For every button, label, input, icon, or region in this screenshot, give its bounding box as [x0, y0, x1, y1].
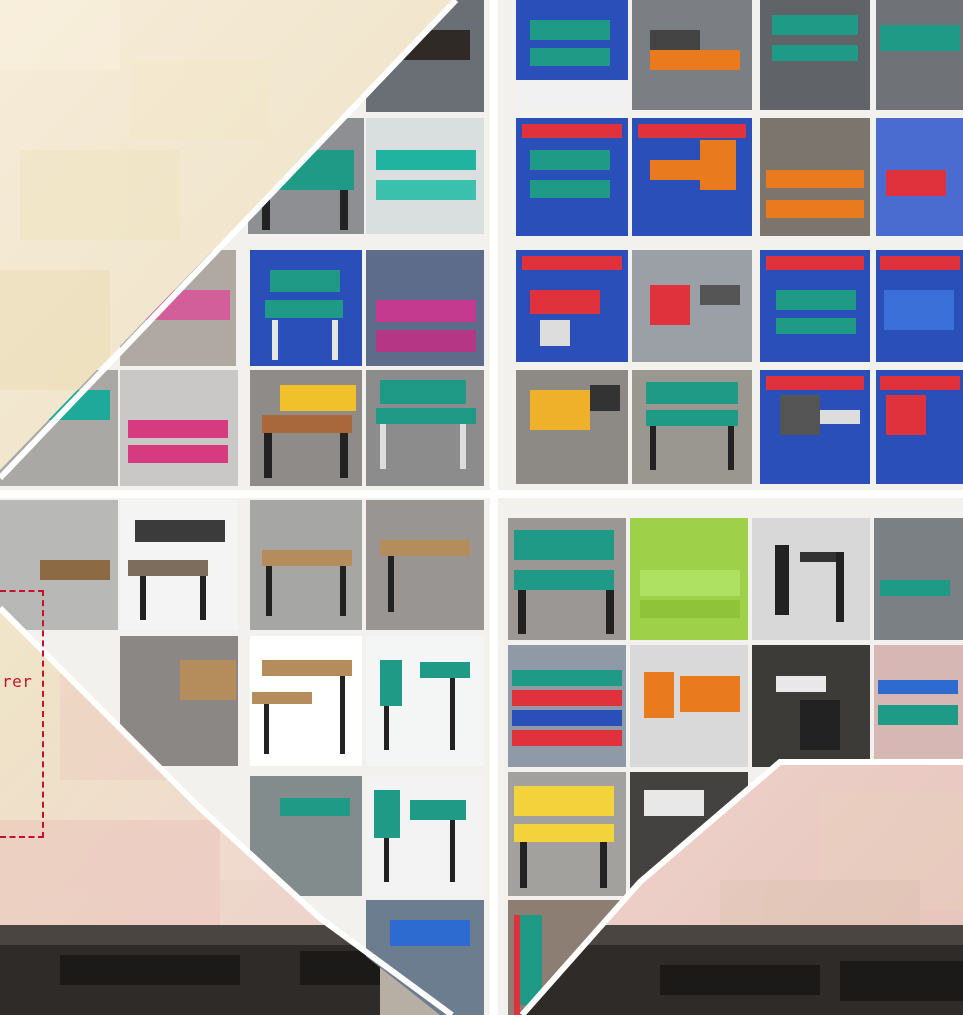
- collage-stage: rer: [0, 0, 963, 1015]
- gallery-bottom-right: [508, 518, 963, 1015]
- bench-photo[interactable]: [630, 900, 748, 1015]
- bench-photo[interactable]: [366, 118, 484, 234]
- left-gallery-panel: [0, 0, 963, 1015]
- bench-photo[interactable]: [0, 370, 118, 486]
- bench-photo[interactable]: [752, 518, 870, 640]
- banner-text-fragment: rer: [2, 672, 33, 691]
- bench-photo[interactable]: [874, 518, 963, 640]
- dashed-highlight-frame: [0, 590, 44, 838]
- bench-photo[interactable]: [876, 0, 963, 110]
- bench-photo[interactable]: [250, 776, 362, 896]
- bench-photo[interactable]: [366, 500, 484, 630]
